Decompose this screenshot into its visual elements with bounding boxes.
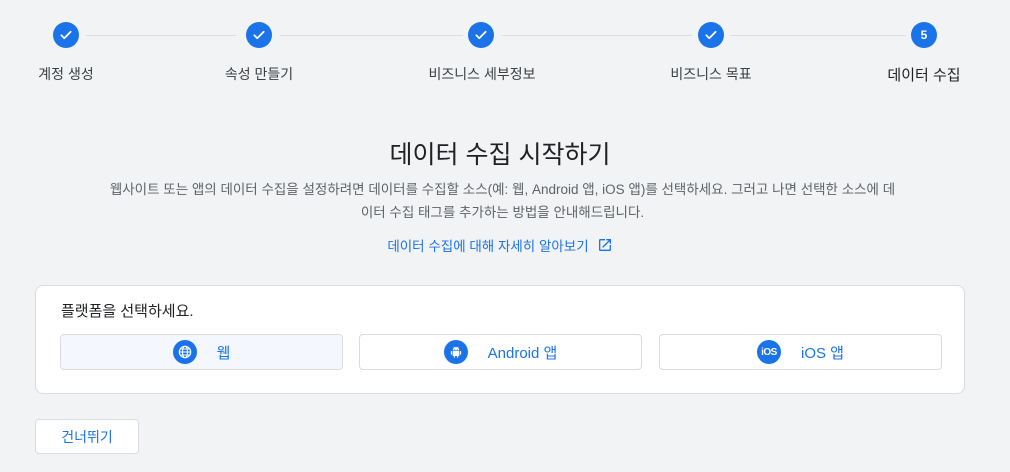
- platform-card-title: 플랫폼을 선택하세요.: [61, 303, 194, 320]
- step-label-business-objectives: 비즈니스 목표: [670, 66, 752, 82]
- stepper-connector: [731, 35, 906, 36]
- learn-more-link-label: 데이터 수집에 대해 자세히 알아보기: [387, 239, 589, 254]
- platform-button-web-label: 웹: [216, 344, 231, 362]
- stepper-connector: [86, 35, 236, 36]
- platform-selection-card: 플랫폼을 선택하세요. 웹 Android 앱 iOS iOS 앱: [35, 285, 965, 394]
- step-5-number-indicator: 5: [911, 22, 937, 48]
- page-description: 웹사이트 또는 앱의 데이터 수집을 설정하려면 데이터를 수집할 소스(예: …: [109, 182, 896, 220]
- page-title: 데이터 수집 시작하기: [389, 141, 611, 169]
- check-icon: [253, 30, 265, 40]
- step-label-data-collection: 데이터 수집: [887, 67, 961, 84]
- ios-icon-text: iOS: [761, 346, 777, 358]
- step-3-done-indicator: [468, 22, 494, 48]
- platform-button-android[interactable]: Android 앱: [359, 334, 642, 370]
- step-label-business-details: 비즈니스 세부정보: [428, 66, 536, 82]
- platform-button-ios-label: iOS 앱: [801, 344, 844, 362]
- skip-button[interactable]: 건너뛰기: [35, 419, 139, 454]
- platform-button-ios[interactable]: iOS iOS 앱: [659, 334, 942, 370]
- globe-icon: [172, 340, 197, 364]
- android-icon: [443, 340, 468, 364]
- check-icon: [705, 30, 717, 40]
- step-label-create-property: 속성 만들기: [224, 66, 294, 82]
- learn-more-link[interactable]: 데이터 수집에 대해 자세히 알아보기: [0, 235, 1000, 255]
- check-icon: [60, 30, 72, 40]
- step-2-done-indicator: [246, 22, 272, 48]
- open-in-new-icon: [598, 239, 611, 251]
- step-label-create-account: 계정 생성: [38, 66, 94, 82]
- stepper-connector: [280, 35, 463, 36]
- setup-stepper: 5 계정 생성 속성 만들기 비즈니스 세부정보 비즈니스 목표 데이터 수집: [0, 0, 1010, 100]
- platform-button-web[interactable]: 웹: [60, 334, 343, 370]
- step-1-done-indicator: [53, 22, 79, 48]
- platform-button-android-label: Android 앱: [487, 344, 558, 362]
- ios-icon: iOS: [757, 340, 781, 364]
- step-number: 5: [920, 28, 928, 42]
- check-icon: [475, 30, 487, 40]
- stepper-connector: [502, 35, 692, 36]
- step-4-done-indicator: [698, 22, 724, 48]
